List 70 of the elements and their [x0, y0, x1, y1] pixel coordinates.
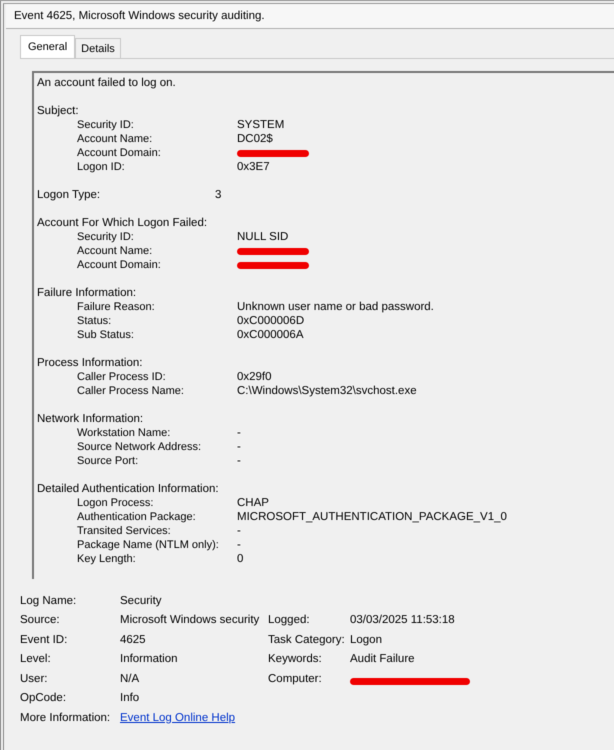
description-text: An account failed to log on.	[37, 76, 176, 90]
field-label: Package Name (NTLM only):	[77, 538, 220, 552]
property-value: Logon	[350, 634, 382, 646]
property-value: 03/03/2025 11:53:18	[350, 614, 455, 626]
field-label: Sub Status:	[77, 328, 135, 342]
property-label: Task Category:	[268, 634, 346, 646]
window-title: Event 4625, Microsoft Windows security auditing.	[14, 10, 265, 22]
property-value: Information	[120, 653, 179, 666]
property-label: Level:	[20, 653, 52, 666]
field-label: Source Network Address:	[77, 440, 202, 454]
field-label: Account Domain:	[77, 258, 162, 272]
property-label: Log Name:	[20, 594, 78, 607]
field-label: Logon Type:	[37, 188, 102, 202]
field-value: 0x29f0	[237, 370, 272, 384]
property-label: More Information:	[20, 712, 112, 724]
section-heading: Failure Information:	[37, 286, 136, 300]
field-label: Key Length:	[77, 552, 137, 566]
field-label: Account Name:	[77, 244, 154, 258]
field-value: NULL SID	[237, 230, 288, 244]
property-label: OpCode:	[20, 692, 68, 704]
tab[interactable]: General	[20, 35, 76, 58]
field-label: Caller Process ID:	[77, 370, 167, 384]
property-label: Logged:	[268, 614, 311, 626]
field-label: Authentication Package:	[77, 510, 197, 524]
property-label: User:	[20, 672, 48, 685]
section-heading: Account For Which Logon Failed:	[37, 216, 208, 230]
field-value: Unknown user name or bad password.	[237, 300, 434, 314]
property-value: 4625	[120, 634, 147, 646]
property-value: N/A	[120, 672, 140, 685]
field-value: DC02$	[237, 132, 273, 146]
field-label: Transited Services:	[77, 524, 172, 538]
field-value: 3	[215, 188, 222, 202]
property-value: Security	[120, 594, 163, 607]
field-label: Logon Process:	[77, 496, 154, 510]
field-value: -	[237, 538, 241, 552]
property-value: Microsoft Windows security	[120, 614, 260, 626]
field-label: Failure Reason:	[77, 300, 156, 314]
field-label: Account Name:	[77, 132, 154, 146]
field-value: -	[237, 440, 241, 454]
property-label: Source:	[20, 614, 61, 626]
field-value: 0xC000006A	[237, 328, 304, 342]
tab[interactable]: Details	[75, 38, 121, 58]
field-label: Account Domain:	[77, 146, 162, 160]
field-value: CHAP	[237, 496, 269, 510]
field-value: MICROSOFT_AUTHENTICATION_PACKAGE_V1_0	[237, 510, 507, 524]
section-heading: Subject:	[37, 104, 79, 118]
field-label: Source Port:	[77, 454, 140, 468]
field-value: -	[237, 426, 241, 440]
section-heading: Network Information:	[37, 412, 144, 426]
property-label: Event ID:	[20, 634, 68, 646]
field-value: 0x3E7	[237, 160, 270, 174]
field-label: Status:	[77, 314, 112, 328]
field-value: -	[237, 454, 241, 468]
help-link[interactable]: Event Log Online Help	[120, 712, 236, 724]
field-value: C:\Windows\System32\svchost.exe	[237, 384, 417, 398]
property-value: Info	[120, 692, 140, 704]
property-value: Audit Failure	[350, 653, 415, 666]
property-label: Keywords:	[268, 653, 323, 666]
field-value: 0	[237, 552, 244, 566]
field-label: Caller Process Name:	[77, 384, 185, 398]
field-label: Logon ID:	[77, 160, 126, 174]
field-value: SYSTEM	[237, 118, 284, 132]
section-heading: Detailed Authentication Information:	[37, 482, 219, 496]
property-label: Computer:	[268, 672, 323, 685]
section-heading: Process Information:	[37, 356, 142, 370]
field-value: -	[237, 524, 241, 538]
field-label: Security ID:	[77, 118, 135, 132]
field-label: Security ID:	[77, 230, 135, 244]
field-label: Workstation Name:	[77, 426, 172, 440]
field-value: 0xC000006D	[237, 314, 304, 328]
